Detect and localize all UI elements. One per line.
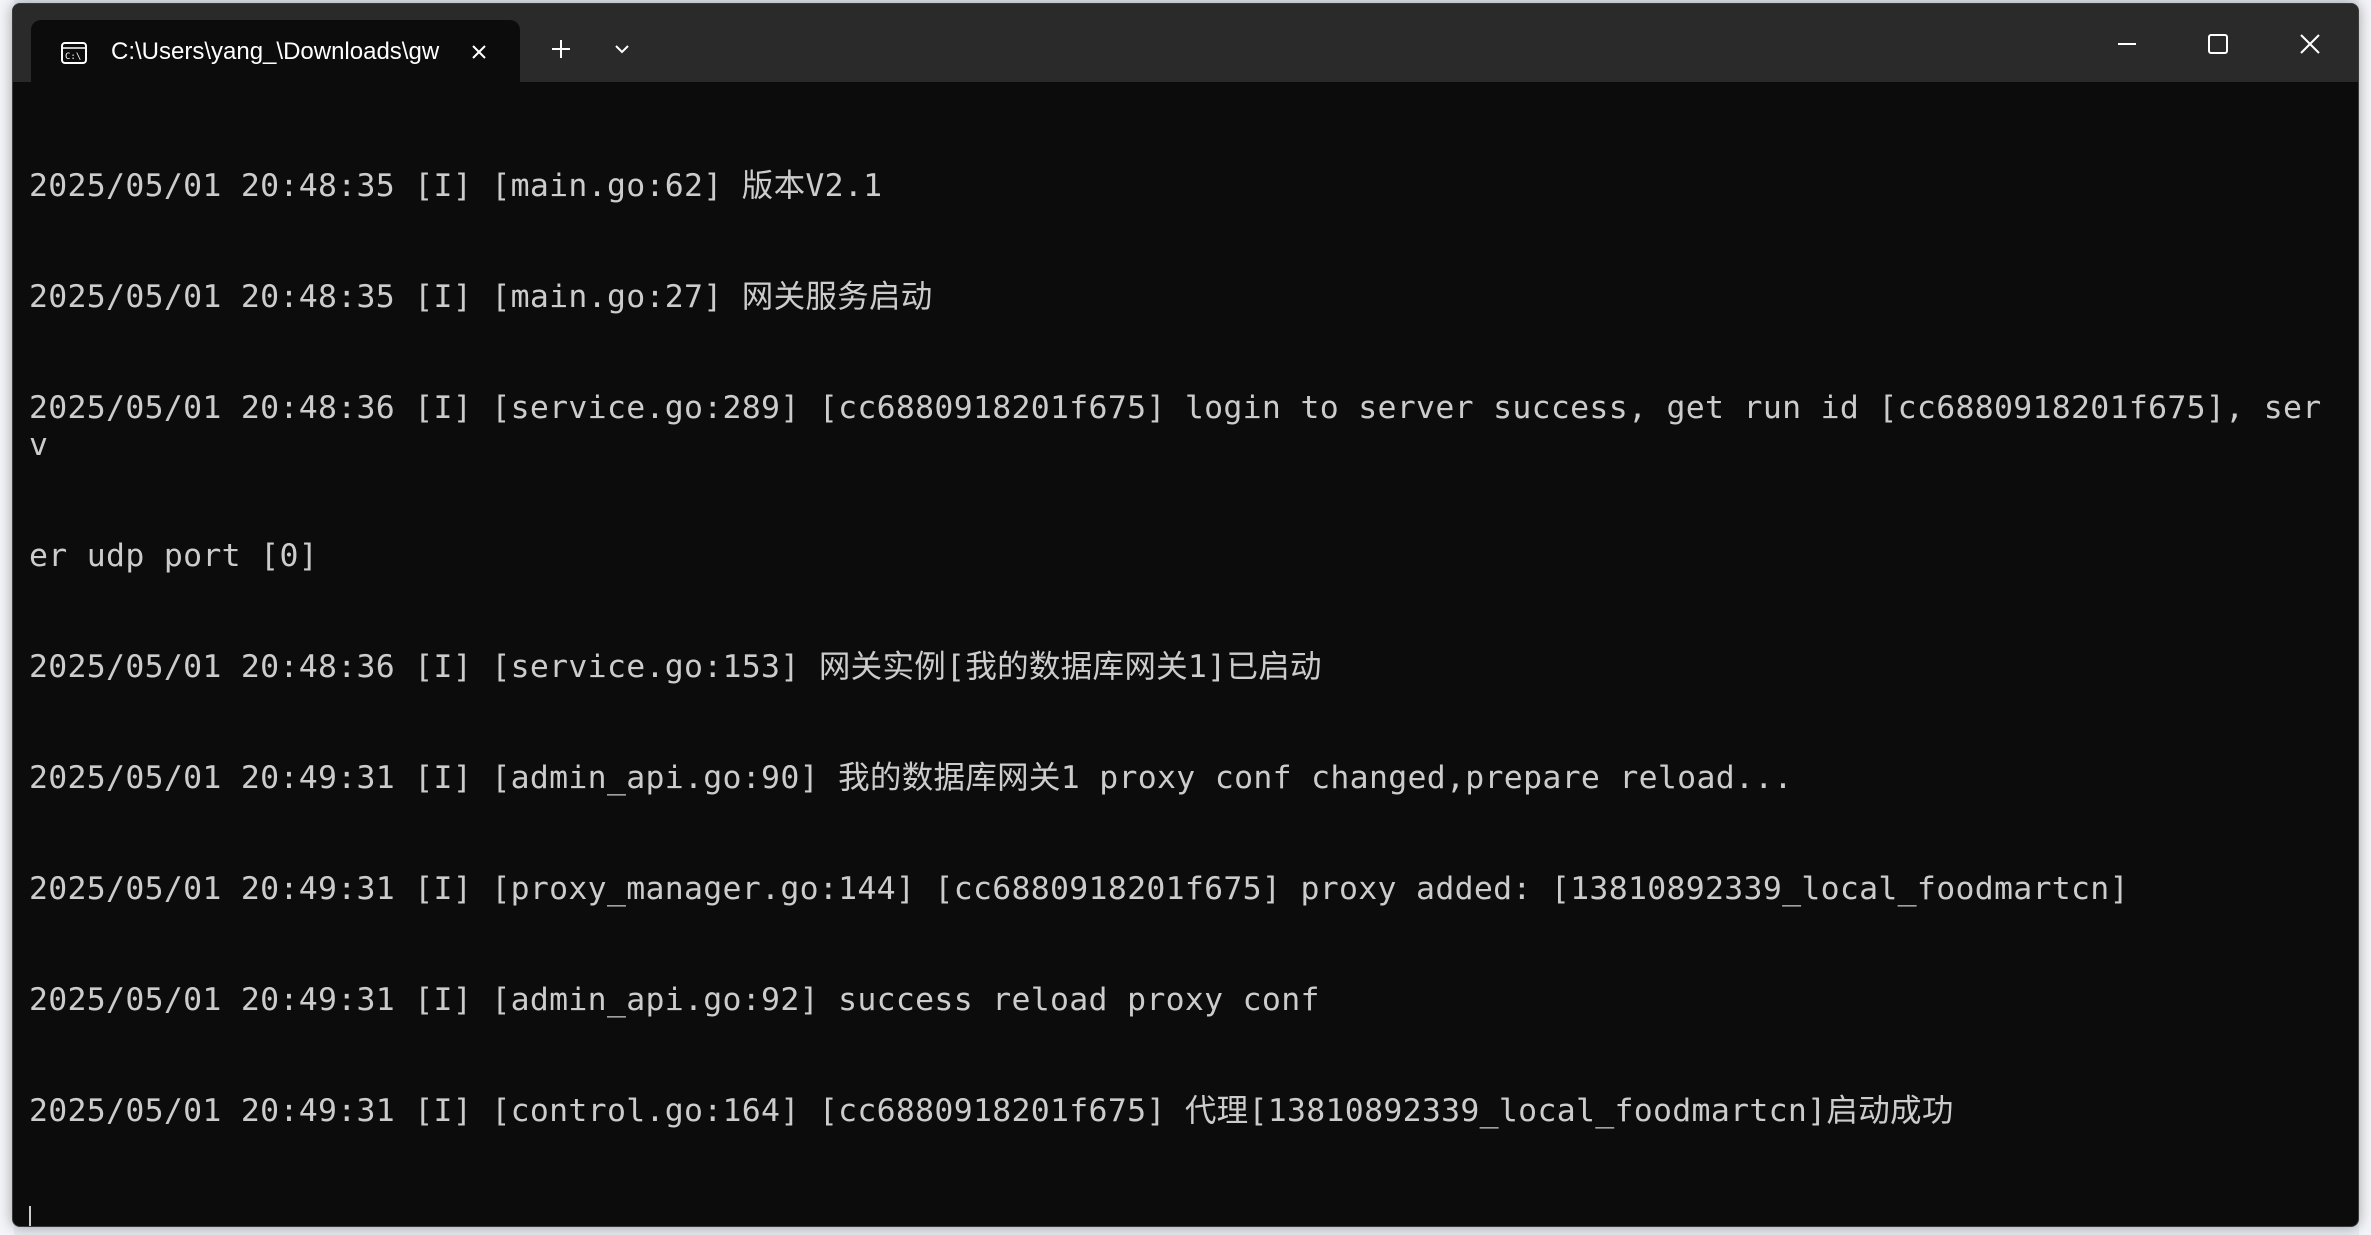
- console-line: er udp port [0]: [29, 538, 318, 574]
- tab-terminal[interactable]: C:\ C:\Users\yang_\Downloads\gw: [31, 20, 520, 82]
- chevron-down-icon[interactable]: [605, 32, 639, 66]
- console-line: 2025/05/01 20:48:35 [I] [main.go:62] 版本V…: [29, 168, 883, 204]
- console-line: 2025/05/01 20:49:31 [I] [control.go:164]…: [29, 1093, 1954, 1129]
- terminal-icon: C:\: [61, 42, 87, 64]
- console-line: 2025/05/01 20:48:36 [I] [service.go:153]…: [29, 649, 1322, 685]
- minimize-icon[interactable]: [2105, 22, 2149, 66]
- console-line: 2025/05/01 20:48:36 [I] [service.go:289]…: [29, 390, 2322, 463]
- maximize-icon[interactable]: [2196, 22, 2240, 66]
- close-tab-icon[interactable]: [465, 38, 493, 66]
- svg-text:C:\: C:\: [65, 52, 81, 62]
- desktop-background: C:\ C:\Users\yang_\Downloads\gw 2025/05/…: [0, 0, 2371, 1235]
- console-line: 2025/05/01 20:49:31 [I] [proxy_manager.g…: [29, 871, 2129, 907]
- plus-icon[interactable]: [544, 32, 578, 66]
- tab-title: C:\Users\yang_\Downloads\gw: [111, 38, 440, 65]
- text-cursor: [29, 1206, 31, 1226]
- console-line: 2025/05/01 20:48:35 [I] [main.go:27] 网关服…: [29, 279, 933, 315]
- background-window-right: [2359, 0, 2371, 1235]
- close-icon[interactable]: [2288, 22, 2332, 66]
- console-line: 2025/05/01 20:49:31 [I] [admin_api.go:90…: [29, 760, 1793, 796]
- console-line: 2025/05/01 20:49:31 [I] [admin_api.go:92…: [29, 982, 1320, 1018]
- terminal-window: C:\ C:\Users\yang_\Downloads\gw 2025/05/…: [12, 3, 2359, 1227]
- console-output[interactable]: 2025/05/01 20:48:35 [I] [main.go:62] 版本V…: [29, 94, 2339, 1226]
- title-bar[interactable]: C:\ C:\Users\yang_\Downloads\gw: [13, 4, 2358, 82]
